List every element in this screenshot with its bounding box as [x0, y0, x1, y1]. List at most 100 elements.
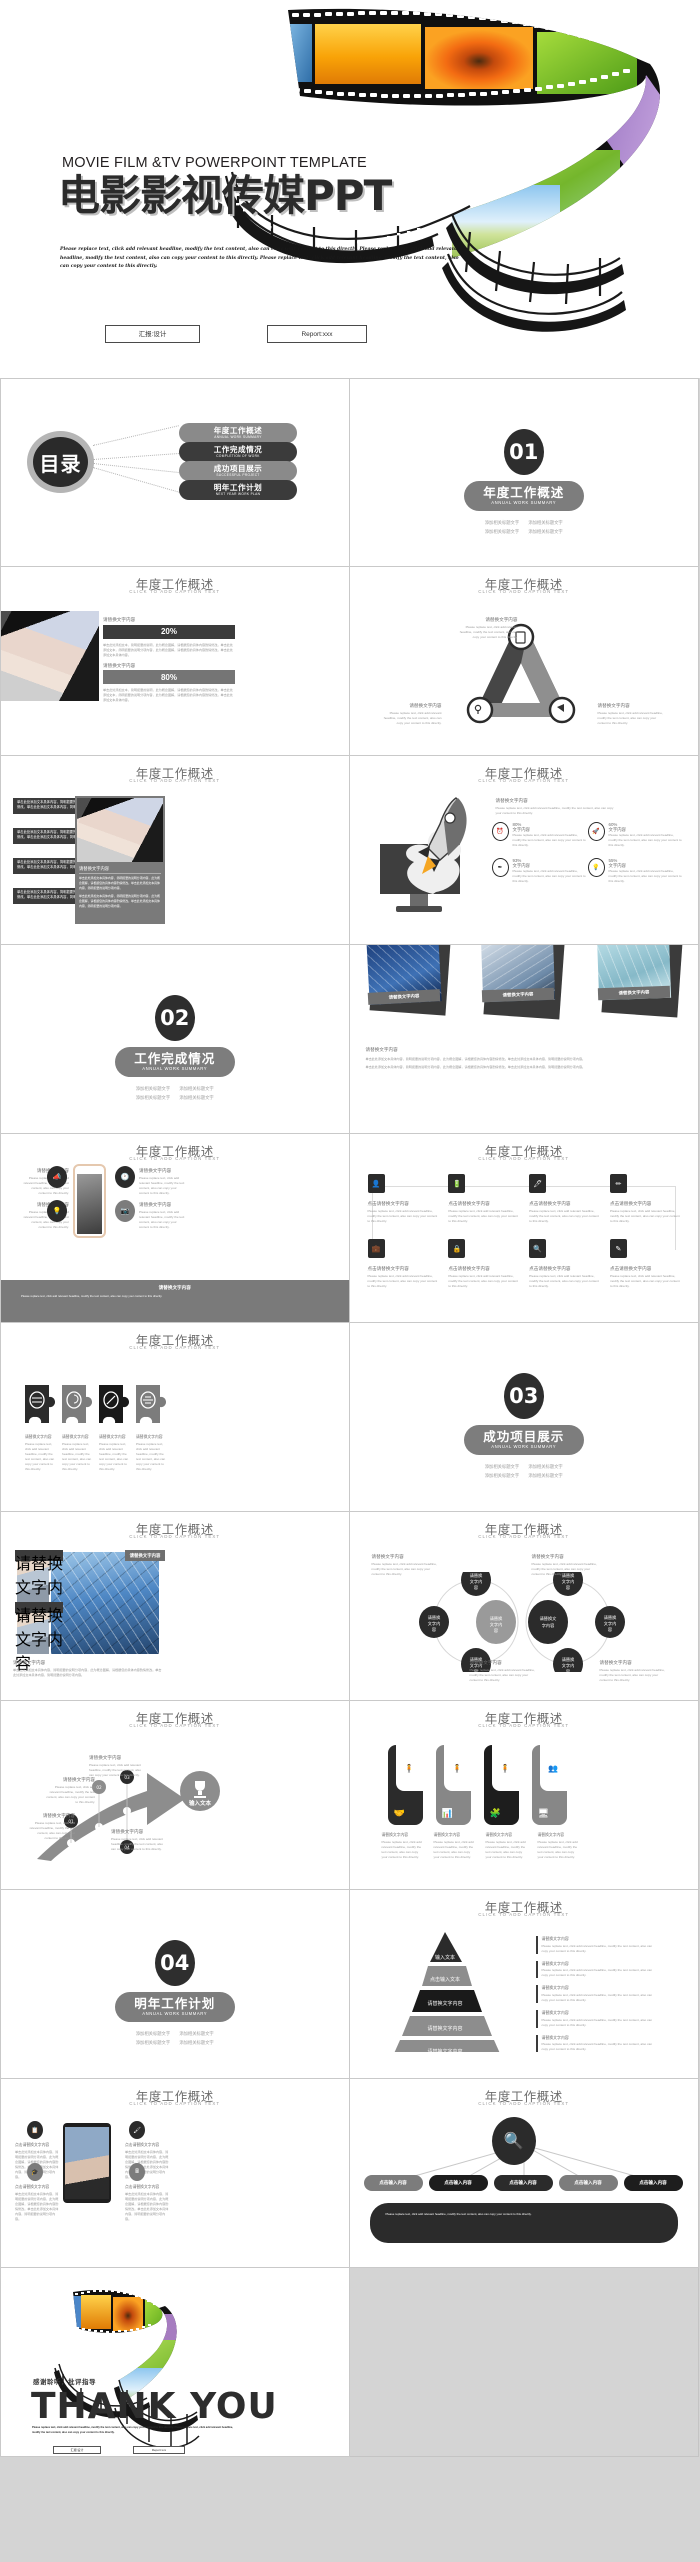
flow-step[interactable]: 🔒 点击请替换文字内容 Please replace text, click a… — [448, 1239, 518, 1289]
flow-step[interactable]: 🔋 点击请替换文字内容 Please replace text, click a… — [448, 1174, 518, 1224]
tree-node-3[interactable]: 点击输入内容 — [493, 2175, 553, 2191]
tall-card-1[interactable]: 🧍 🤝 — [387, 1745, 423, 1825]
bullet: 添加相关标题文字 — [135, 1095, 171, 1101]
cover-button-report-name[interactable]: Report:xxx — [267, 325, 367, 343]
puzzle-label: 请替换文字内容 — [25, 1435, 52, 1439]
slide-progress-bars[interactable]: 年度工作概述 CLICK TO ADD CAPTION TEXT 请替换文字内容… — [0, 567, 350, 756]
venn-label: 请替换文字内容 — [531, 1554, 564, 1559]
svg-text:请替换: 请替换 — [561, 1656, 574, 1663]
flow-step[interactable]: ✎ 点击请替换文字内容 Please replace text, click a… — [609, 1239, 680, 1289]
slide-section-03[interactable]: 03 成功项目展示 ANNUAL WORK SUMMARY 添加相关标题文字 添… — [349, 1323, 699, 1512]
pyramid-label: 请替换文字内容 — [541, 2010, 569, 2016]
slide-toc[interactable]: 目录 年度工作概述 ANNUAL WORK SUMMARY 工作完成情况 COM… — [0, 378, 350, 567]
thankyou-subtitle: 感谢聆听，批评指导 — [33, 2379, 96, 2386]
pyramid-label: 请替换文字内容 — [541, 1960, 569, 1966]
tree-node-2[interactable]: 点击输入内容 — [428, 2175, 488, 2191]
toc-item-label-cn: 工作完成情况 — [213, 445, 263, 455]
tree-node-1[interactable]: 点击输入内容 — [363, 2175, 423, 2191]
slide-photo-cards[interactable]: 请替换文字内容 请替换文字内容 请替换文字内容 请替换文字内容 单击此处添加文本… — [349, 945, 699, 1134]
slide-venn-diagram[interactable]: 年度工作概述 CLICK TO ADD CAPTION TEXT 请替换 文字内容 — [349, 1512, 699, 1701]
tree-node-5[interactable]: 点击输入内容 — [623, 2175, 683, 2191]
pyramid-label: 请替换文字内容 — [541, 1985, 569, 1991]
venn-body: Please replace text, click add relevant … — [599, 1667, 665, 1682]
triangle-body-left: Please replace text, click add relevant … — [383, 710, 442, 725]
flow-step-body: Please replace text, click add relevant … — [448, 1273, 518, 1288]
flow-step[interactable]: 🖊 点击请替换文字内容 Please replace text, click a… — [529, 1174, 599, 1224]
thankyou-button-report-name[interactable]: Report:xxx — [133, 2446, 185, 2454]
brush-icon: ✒ — [491, 858, 509, 878]
thankyou-description: Please replace text, click add relevant … — [32, 2426, 234, 2434]
feature-body: Please replace text, click add relevant … — [139, 1175, 185, 1195]
toc-connector — [92, 452, 181, 460]
flow-step[interactable]: ✏ 点击请替换文字内容 Please replace text, click a… — [609, 1174, 680, 1224]
toc-item-4[interactable]: 明年工作计划 NEXT YEAR WORK PLAN — [179, 480, 297, 500]
venn-note-tl: 请替换文字内容 Please replace text, click add r… — [372, 1554, 438, 1577]
tall-card-4[interactable]: 👥 🖥 — [531, 1745, 567, 1825]
slide-tablet-features[interactable]: 年度工作概述 CLICK TO ADD CAPTION TEXT 📋 点击请替换… — [0, 2079, 350, 2268]
puzzle-piece-2[interactable] — [62, 1385, 92, 1427]
triangle-body-top: Please replace text, click add relevant … — [459, 624, 518, 639]
tall-card-caption-3: 请替换文字内容 Please replace text, click add r… — [486, 1833, 528, 1860]
flow-step-label: 点击请替换文字内容 — [448, 1266, 490, 1271]
rocket-body: Please replace text, click add relevant … — [495, 805, 614, 815]
toc-item-2[interactable]: 工作完成情况 COMPLETION OF WORK — [179, 442, 297, 462]
slide-rocket-stats[interactable]: 年度工作概述 CLICK TO ADD CAPTION TEXT 请替换文字内容 — [349, 756, 699, 945]
bullet: 添加相关标题文字 — [179, 1086, 214, 1091]
venn-label: 请替换文字内容 — [371, 1554, 404, 1559]
person-icon: 👤 — [367, 1174, 385, 1193]
svg-text:请替换文: 请替换文 — [539, 1615, 557, 1622]
puzzle-caption-3: 请替换文字内容 Please replace text, click add r… — [99, 1435, 129, 1472]
slide-section-01[interactable]: 01 年度工作概述 ANNUAL WORK SUMMARY 添加相关标题文字 添… — [349, 378, 699, 567]
thumbnail-row: 年度工作概述 CLICK TO ADD CAPTION TEXT 请替换文字内容… — [0, 1512, 700, 1701]
slide-phone-features[interactable]: 年度工作概述 CLICK TO ADD CAPTION TEXT 请替换文字内容… — [0, 1134, 350, 1323]
venn-label: 请替换文字内容 — [599, 1660, 632, 1665]
cover-button-report-designer[interactable]: 汇报:设计 — [105, 325, 200, 343]
puzzle-label: 请替换文字内容 — [99, 1435, 126, 1439]
puzzle-piece-4[interactable] — [136, 1385, 166, 1427]
toc-item-3[interactable]: 成功项目展示 SUCCESSFUL PROJECT — [179, 461, 297, 481]
monitor-icon: 🖥 — [537, 1808, 549, 1818]
cover-subtitle: MOVIE FILM &TV POWERPOINT TEMPLATE — [62, 155, 367, 171]
flow-step[interactable]: 💼 点击请替换文字内容 Please replace text, click a… — [367, 1239, 438, 1289]
slide-puzzle[interactable]: 年度工作概述 CLICK TO ADD CAPTION TEXT 请替换文字内容… — [0, 1323, 350, 1512]
slide-pyramid[interactable]: 年度工作概述 CLICK TO ADD CAPTION TEXT 输入文本 点击… — [349, 1890, 699, 2079]
svg-text:容: 容 — [565, 1668, 569, 1672]
thankyou-button-report-designer[interactable]: 汇报:设计 — [53, 2446, 101, 2454]
slide-triangle-diagram[interactable]: 年度工作概述 CLICK TO ADD CAPTION TEXT 请替换文字内容 — [349, 567, 699, 756]
toc-item-1[interactable]: 年度工作概述 ANNUAL WORK SUMMARY — [179, 423, 297, 443]
flow-step[interactable]: 🔍 点击请替换文字内容 Please replace text, click a… — [529, 1239, 599, 1289]
tablet-screen-photo — [65, 2127, 109, 2199]
phone-footer-band: 请替换文字内容 Please replace text, click add r… — [1, 1280, 349, 1322]
tree-node-4[interactable]: 点击输入内容 — [558, 2175, 618, 2191]
photo-building — [51, 1552, 159, 1654]
section-title-en: ANNUAL WORK SUMMARY — [491, 1443, 557, 1449]
arrow-label: 请替换文字内容 — [111, 1829, 144, 1834]
thumbnail-row: 年度工作概述 CLICK TO ADD CAPTION TEXT 请替换文字内容… — [0, 567, 700, 756]
slide-caption: CLICK TO ADD CAPTION TEXT — [129, 1345, 221, 1350]
slide-building-photos[interactable]: 年度工作概述 CLICK TO ADD CAPTION TEXT 请替换文字内容… — [0, 1512, 350, 1701]
arrow-label: 请替换文字内容 — [42, 1813, 75, 1818]
slide-thank-you[interactable]: 感谢聆听，批评指导 THANK YOU Please replace text,… — [0, 2268, 350, 2457]
flow-step-label: 点击请替换文字内容 — [529, 1201, 571, 1206]
puzzle-piece-1[interactable] — [25, 1385, 55, 1427]
slide-caption: CLICK TO ADD CAPTION TEXT — [478, 1156, 570, 1161]
cover-slide[interactable]: MOVIE FILM &TV POWERPOINT TEMPLATE 电影影视传… — [0, 0, 700, 378]
tall-card-3[interactable]: 🧍 🧩 — [483, 1745, 519, 1825]
slide-eight-step-flow[interactable]: 年度工作概述 CLICK TO ADD CAPTION TEXT 👤 点击请替换… — [349, 1134, 699, 1323]
phone-frame — [73, 1164, 106, 1238]
tablet-label: 点击请替换文字内容 — [15, 2143, 50, 2147]
slide-section-02[interactable]: 02 工作完成情况 ANNUAL WORK SUMMARY 添加相关标题文字 添… — [0, 945, 350, 1134]
puzzle-piece-3[interactable] — [99, 1385, 129, 1427]
tall-card-2[interactable]: 🧍 📊 — [435, 1745, 471, 1825]
slide-tall-cards[interactable]: 年度工作概述 CLICK TO ADD CAPTION TEXT 🧍 🤝 🧍 📊… — [349, 1701, 699, 1890]
arrow-label: 请替换文字内容 — [89, 1755, 122, 1760]
bar-body-1: 单击此处添加文本，简明扼要的说明，此为概念图解，请根据您的具体内容酌情修改。单击… — [103, 642, 233, 657]
slide-arrow-timeline[interactable]: 年度工作概述 CLICK TO ADD CAPTION TEXT 输入文本 01… — [0, 1701, 350, 1890]
slide-section-04[interactable]: 04 明年工作计划 ANNUAL WORK SUMMARY 添加相关标题文字 添… — [0, 1890, 350, 2079]
flow-step[interactable]: 👤 点击请替换文字内容 Please replace text, click a… — [367, 1174, 438, 1224]
section-pill: 成功项目展示 ANNUAL WORK SUMMARY — [463, 1425, 584, 1455]
slide-list-photo[interactable]: 年度工作概述 CLICK TO ADD CAPTION TEXT 单击此处添加文… — [0, 756, 350, 945]
slide-search-tree[interactable]: 年度工作概述 CLICK TO ADD CAPTION TEXT 🔍 点击输入内… — [349, 2079, 699, 2268]
bullet: 添加相关标题文字 — [179, 2040, 214, 2046]
search-icon: 🔍 — [491, 2117, 536, 2165]
